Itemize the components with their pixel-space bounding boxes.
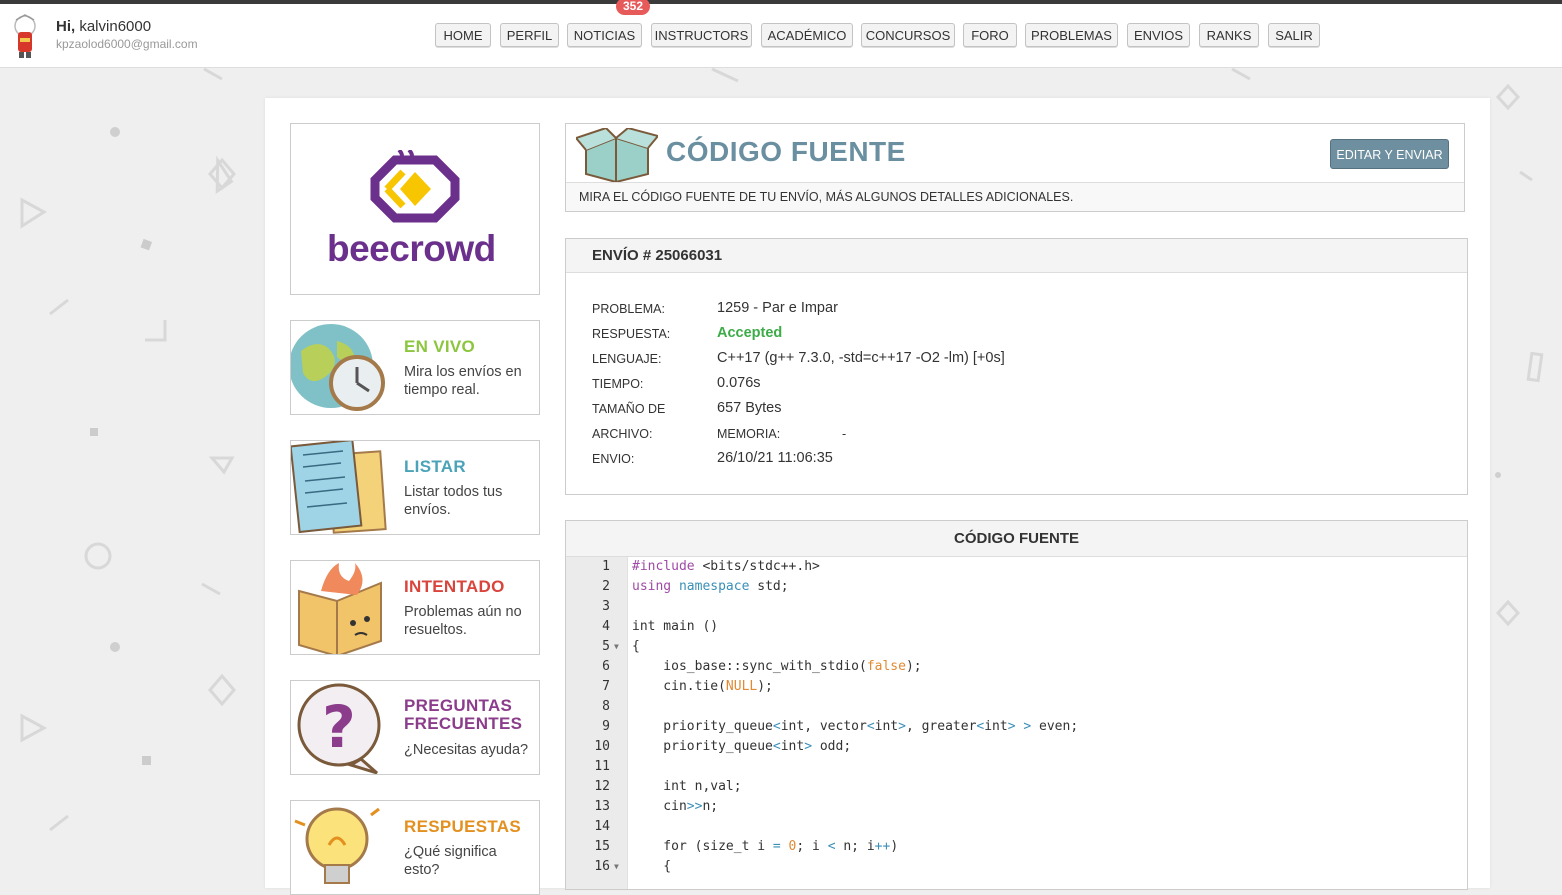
sidebar-desc-respuestas: ¿Qué significa esto? (404, 844, 497, 878)
fold-arrow-icon[interactable]: ▼ (614, 857, 619, 877)
detail-label: ARCHIVO: (592, 427, 653, 441)
code-text: <bits/stdc++.h> (702, 559, 820, 574)
notifications-badge: 352 (616, 0, 650, 15)
nav-perfil[interactable]: PERFIL (500, 23, 559, 47)
sidebar-item-preguntas-frecuentes[interactable]: ? PREGUNTAS FRECUENTES ¿Necesitas ayuda? (290, 680, 540, 775)
code-line: 9 priority_queue<int, vector<int>, great… (602, 719, 1079, 734)
fold-arrow-icon[interactable]: ▼ (614, 637, 619, 657)
nav-envios[interactable]: ENVIOS (1127, 23, 1190, 47)
greeting-prefix: Hi, (56, 18, 76, 35)
code-line: 7 cin.tie(NULL); (602, 679, 773, 694)
code-line: 8 (602, 699, 610, 714)
code-line: 11 (594, 759, 610, 774)
nav-concursos[interactable]: CONCURSOS (861, 23, 955, 47)
nav-salir[interactable]: SALIR (1268, 23, 1320, 47)
avatar[interactable] (6, 14, 44, 60)
code-line: 13 cin>>n; (594, 799, 719, 814)
code-line: 15 for (size_t i = 0; i < n; i++) (594, 839, 899, 854)
detail-label: ENVIO: (592, 452, 635, 466)
sidebar-desc-listar: Listar todos tus envíos. (404, 484, 503, 518)
code-viewer[interactable]: CÓDIGO FUENTE 1 #include <bits/stdc++.h> … (565, 520, 1468, 890)
envio-details-panel: ENVÍO # 25066031 PROBLEMA: 1259 - Par e … (565, 238, 1468, 495)
beecrowd-logo-text: beecrowd (327, 228, 496, 269)
open-box-icon (576, 128, 658, 182)
nav-academico[interactable]: ACADÉMICO (761, 23, 853, 47)
sidebar-desc-en-vivo: Mira los envíos en tiempo real. (404, 364, 522, 398)
sidebar-title-preguntas-frecuentes: PREGUNTAS FRECUENTES (404, 696, 523, 733)
globe-clock-icon (291, 324, 385, 411)
detail-label: TAMAÑO DE (592, 402, 666, 416)
code-line: 5 ▼{ (566, 637, 1466, 657)
code-line: 1 #include <bits/stdc++.h> (602, 559, 820, 574)
list-sheets-icon (291, 441, 387, 534)
lightbulb-icon (294, 807, 380, 884)
user-email: kpzaolod6000@gmail.com (56, 37, 198, 51)
code-line: 10 priority_queue<int> odd; (594, 739, 852, 754)
greeting: Hi, kalvin6000 (56, 18, 151, 35)
sidebar-desc-intentado: Problemas aún no resueltos. (404, 604, 522, 638)
memoria-value: - (842, 427, 847, 441)
detail-label: PROBLEMA: (592, 302, 665, 316)
svg-text:?: ? (322, 693, 356, 761)
respuesta-status: Accepted (717, 325, 783, 341)
sidebar-title-en-vivo: EN VIVO (404, 337, 476, 356)
top-header: Hi, kalvin6000 kpzaolod6000@gmail.com HO… (0, 0, 1562, 68)
code-line: 3 (602, 599, 610, 614)
codigo-fuente-panel: CÓDIGO FUENTE EDITAR Y ENVIAR MIRA EL CÓ… (565, 123, 1465, 212)
sidebar-item-listar[interactable]: LISTAR Listar todos tus envíos. (290, 440, 540, 535)
tamano-value: 657 Bytes (717, 400, 782, 416)
sidebar-title-respuestas: RESPUESTAS (404, 817, 521, 836)
question-bubble-icon: ? (297, 683, 381, 774)
sidebar-item-intentado[interactable]: INTENTADO Problemas aún no resueltos. (290, 560, 540, 655)
fecha-value: 26/10/21 11:06:35 (717, 450, 833, 466)
editar-y-enviar-button[interactable]: EDITAR Y ENVIAR (1330, 139, 1449, 169)
codigo-fuente-title: CÓDIGO FUENTE (666, 136, 906, 167)
code-line: 4 int main () (602, 619, 719, 634)
sidebar-desc-preguntas-frecuentes: ¿Necesitas ayuda? (404, 742, 529, 758)
envio-header: ENVÍO # 25066031 (566, 239, 1467, 273)
detail-label: TIEMPO: (592, 377, 644, 391)
nav-home[interactable]: HOME (435, 23, 491, 47)
sidebar-title-intentado: INTENTADO (404, 577, 505, 596)
codigo-fuente-subtitle: MIRA EL CÓDIGO FUENTE DE TU ENVÍO, MÁS A… (566, 182, 1464, 211)
detail-label: RESPUESTA: (592, 327, 671, 341)
code-line: 2 using namespace std; (602, 579, 789, 594)
username: kalvin6000 (79, 18, 152, 35)
beecrowd-logo-box[interactable]: beecrowd (290, 123, 540, 295)
nav-foro[interactable]: FORO (963, 23, 1017, 47)
code-line: 16 ▼ { (566, 857, 1466, 877)
code-line: 6 ios_base::sync_with_stdio(false); (602, 659, 922, 674)
nav-instructors[interactable]: INSTRUCTORS (651, 23, 752, 47)
beecrowd-logo-icon (370, 150, 460, 223)
nav-noticias[interactable]: NOTICIAS (567, 23, 642, 47)
sidebar-item-en-vivo[interactable]: EN VIVO Mira los envíos en tiempo real. (290, 320, 540, 415)
sidebar-item-respuestas[interactable]: RESPUESTAS ¿Qué significa esto? (290, 800, 540, 895)
problema-link[interactable]: 1259 - Par e Impar (717, 300, 838, 316)
detail-label: LENGUAJE: (592, 352, 662, 366)
lenguaje-value: C++17 (g++ 7.3.0, -std=c++17 -O2 -lm) [+… (717, 350, 1005, 366)
code-line: 12 int n,val; (594, 779, 742, 794)
nav-problemas[interactable]: PROBLEMAS (1025, 23, 1118, 47)
memoria-label: MEMORIA: (717, 427, 781, 441)
tiempo-value: 0.076s (717, 375, 761, 391)
code-line: 14 (594, 819, 610, 834)
sidebar-title-listar: LISTAR (404, 457, 466, 476)
code-header: CÓDIGO FUENTE (566, 521, 1467, 557)
nav-ranks[interactable]: RANKS (1199, 23, 1259, 47)
burning-box-icon (298, 563, 382, 654)
